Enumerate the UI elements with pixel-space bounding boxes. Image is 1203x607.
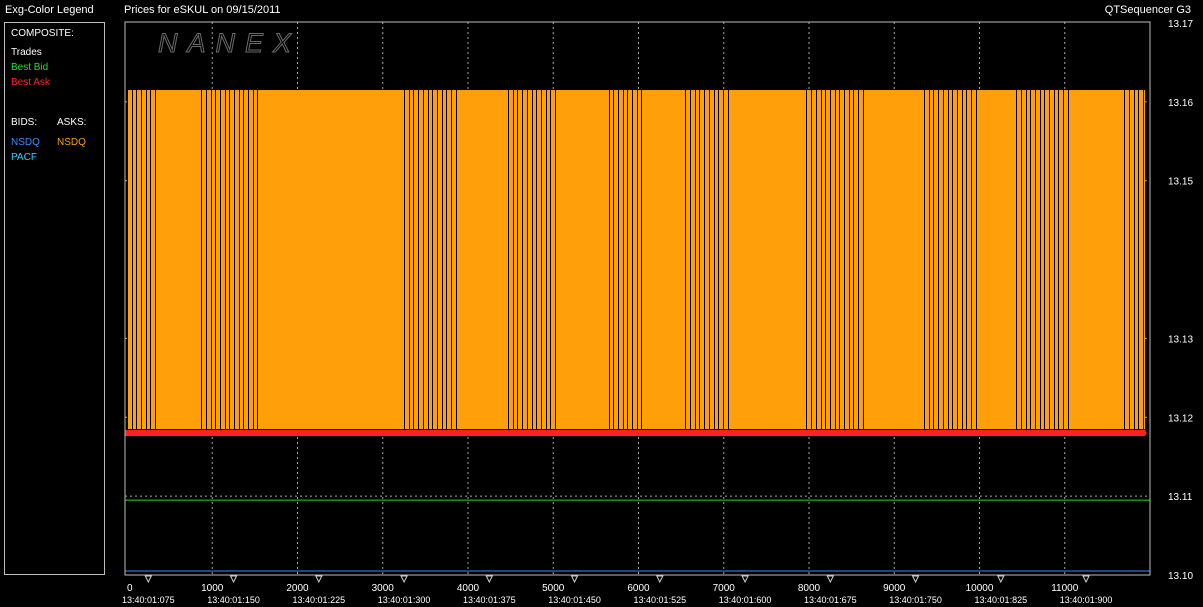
x-tick-label: 2000: [286, 583, 309, 594]
x-tick-label: 5000: [542, 583, 565, 594]
time-marker: [485, 575, 494, 584]
y-tick-label: 13.12: [1168, 413, 1193, 424]
time-label: 13:40:01:300: [378, 595, 431, 605]
x-tick-label: 1000: [201, 583, 224, 594]
y-tick-label: 13.13: [1168, 334, 1193, 345]
time-marker: [911, 575, 920, 584]
time-marker: [400, 575, 408, 584]
time-label: 13:40:01:225: [293, 595, 346, 605]
time-label: 13:40:01:375: [463, 595, 516, 605]
x-tick-label: 0: [127, 583, 133, 594]
x-tick-label: 4000: [457, 583, 480, 594]
x-tick-label: 11000: [1051, 583, 1079, 594]
y-tick-label: 13.16: [1168, 98, 1193, 109]
time-marker: [656, 575, 664, 584]
x-tick-label: 3000: [372, 583, 395, 594]
time-marker: [997, 575, 1005, 584]
time-marker: [315, 575, 323, 584]
price-chart: NANEX 13.10 13.11 13.12 13.13 13.15 13.16 13.1…: [122, 19, 1193, 605]
x-tick-label: 10000: [966, 583, 994, 594]
time-label: 13:40:01:750: [889, 595, 942, 605]
y-tick-label: 13.15: [1168, 177, 1193, 188]
time-label: 13:40:01:900: [1060, 595, 1113, 605]
time-marker: [570, 575, 579, 584]
best-ask-marker: [1141, 430, 1147, 436]
time-marker: [229, 575, 238, 584]
x-tick-label: 8000: [798, 583, 821, 594]
time-label: 13:40:01:675: [804, 595, 857, 605]
time-label: 13:40:01:825: [975, 595, 1028, 605]
y-tick-label: 13.11: [1168, 492, 1193, 503]
time-label: 13:40:01:150: [207, 595, 260, 605]
time-label: 13:40:01:450: [548, 595, 601, 605]
time-marker: [1082, 575, 1090, 584]
time-label: 13:40:01:075: [122, 595, 175, 605]
x-tick-label: 9000: [883, 583, 906, 594]
x-tick-label: 7000: [713, 583, 736, 594]
time-label: 13:40:01:525: [634, 595, 687, 605]
nsdq-ask-band: [127, 90, 1145, 430]
y-tick-label: 13.17: [1168, 19, 1193, 30]
nanex-watermark: NANEX: [158, 28, 301, 58]
y-tick-label: 13.10: [1168, 571, 1193, 582]
best-ask-line: [125, 430, 1145, 437]
time-label: 13:40:01:600: [719, 595, 772, 605]
time-marker: [144, 575, 153, 584]
x-tick-label: 6000: [627, 583, 650, 594]
time-marker: [826, 575, 835, 584]
time-marker: [741, 575, 749, 584]
